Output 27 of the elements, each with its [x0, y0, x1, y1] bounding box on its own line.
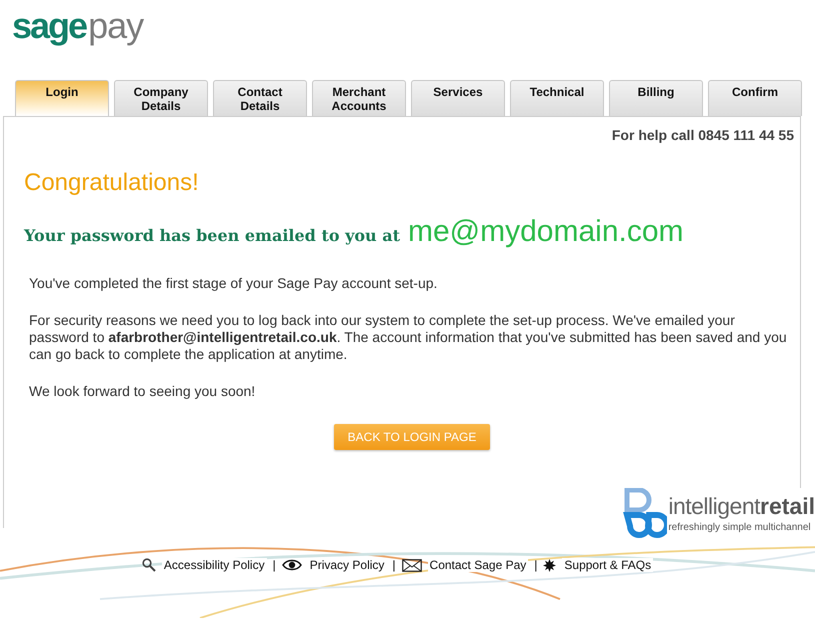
separator: | — [534, 558, 538, 572]
paragraph: We look forward to seeing you soon! — [29, 383, 256, 400]
tab[interactable]: Confirm — [708, 80, 802, 116]
paragraph: You've completed the first stage of your Sage Pay account set-up. — [29, 275, 438, 292]
tab[interactable]: Merchant Accounts — [312, 80, 406, 116]
separator: | — [392, 558, 396, 572]
paragraph: For security reasons we need you to log back into our system to complete the set-up process. We've emailed your password to afarbrother@intelligentretail.co.uk. The account information that you've submitted has been saved and you can go back to complete the application at anytime. — [29, 312, 788, 363]
logo-text: sage — [12, 8, 86, 44]
help-phone-text: For help call 0845 111 44 55 — [610, 126, 795, 143]
footer-link[interactable]: Contact Sage Pay — [428, 558, 528, 572]
partner-tagline: refreshingly simple multichannel — [668, 522, 812, 532]
notice-text: Your password has been emailed to you at — [24, 226, 400, 245]
partner-name: retail — [760, 492, 815, 518]
email-address: me@mydomain.com — [408, 215, 684, 249]
page-heading: Congratulations! — [24, 169, 200, 197]
tab[interactable]: Billing — [609, 80, 703, 116]
tab[interactable]: Company Details — [114, 80, 208, 116]
logo-text: pay — [88, 8, 144, 44]
footer-link[interactable]: Support & FAQs — [562, 558, 654, 572]
footer-link[interactable]: Privacy Policy — [308, 558, 386, 572]
footer-link[interactable]: Accessibility Policy — [162, 558, 267, 572]
partner-name: intelligent — [668, 492, 760, 518]
separator: | — [272, 558, 276, 572]
tab[interactable]: Services — [411, 80, 505, 116]
tab[interactable]: Technical — [510, 80, 604, 116]
tab[interactable]: Contact Details — [213, 80, 307, 116]
tab[interactable]: Login — [15, 80, 109, 116]
